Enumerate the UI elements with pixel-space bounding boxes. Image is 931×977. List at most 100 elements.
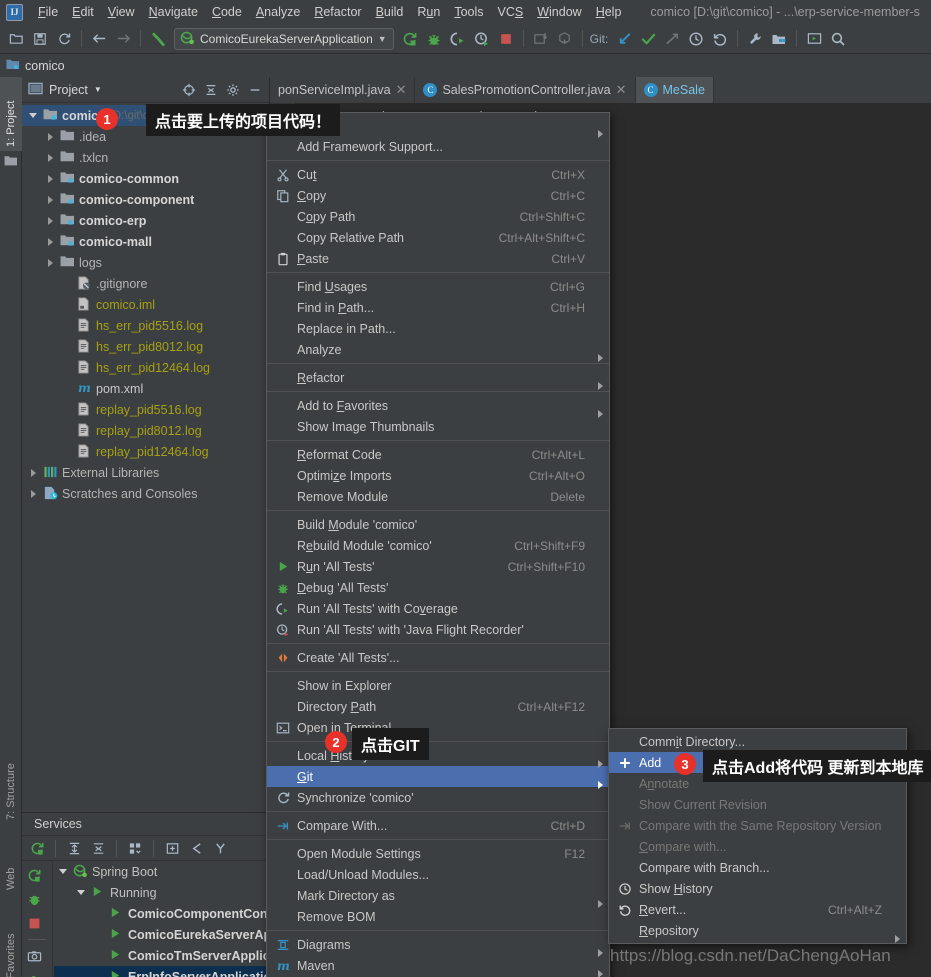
run-icon[interactable] [398, 27, 422, 51]
menu-item-copy-path[interactable]: Copy Path Ctrl+Shift+C [267, 206, 609, 227]
expand-arrow-icon[interactable] [76, 887, 87, 898]
expand-arrow-icon[interactable] [58, 866, 69, 877]
menu-item-repository[interactable]: Repository [609, 920, 906, 943]
menu-item-paste[interactable]: Paste Ctrl+V [267, 248, 609, 269]
menu-item-load-unload-modules[interactable]: Load/Unload Modules... [267, 864, 609, 885]
menu-item-run[interactable]: Run [410, 3, 447, 21]
tree-node-replay-pid5516-log[interactable]: replay_pid5516.log [22, 399, 269, 420]
collapse-all-icon[interactable] [203, 82, 219, 98]
close-icon[interactable]: ✕ [396, 82, 407, 98]
close-icon[interactable]: ✕ [616, 82, 627, 98]
update-project-icon[interactable] [529, 27, 553, 51]
menu-item-run-all-tests[interactable]: Run 'All Tests' Ctrl+Shift+F10 [267, 556, 609, 577]
menu-item-analyze[interactable]: Analyze [267, 339, 609, 362]
menu-item-edit[interactable]: Edit [65, 3, 101, 21]
menu-item-add-framework-support[interactable]: Add Framework Support... [267, 136, 609, 157]
menu-item-window[interactable]: Window [530, 3, 588, 21]
locate-target-icon[interactable] [181, 82, 197, 98]
commit-icon[interactable] [553, 27, 577, 51]
menu-item-file[interactable]: File [31, 3, 65, 21]
menu-item-compare-with-branch[interactable]: Compare with Branch... [609, 857, 906, 878]
menu-item-mark-directory-as[interactable]: Mark Directory as [267, 885, 609, 908]
profiler-icon[interactable] [470, 27, 494, 51]
menu-item-build[interactable]: Build [369, 3, 411, 21]
collapse-all-icon[interactable] [87, 837, 109, 859]
debug-green-icon[interactable] [22, 887, 46, 911]
group-icon[interactable] [124, 837, 146, 859]
tree-node-external-libraries[interactable]: External Libraries [22, 462, 269, 483]
tree-node-comico-mall[interactable]: comico-mall [22, 231, 269, 252]
editor-tab-2[interactable]: C MeSale [635, 77, 714, 103]
run-anything-icon[interactable] [802, 27, 826, 51]
menu-item-view[interactable]: View [101, 3, 142, 21]
run-with-coverage-icon[interactable] [446, 27, 470, 51]
menu-item-show-in-explorer[interactable]: Show in Explorer [267, 675, 609, 696]
build-hammer-icon[interactable] [146, 27, 170, 51]
menu-item-synchronize-comico[interactable]: Synchronize 'comico' [267, 787, 609, 808]
menu-item-optimize-imports[interactable]: Optimize Imports Ctrl+Alt+O [267, 465, 609, 486]
gear-icon[interactable] [225, 82, 241, 98]
tree-node-comico-iml[interactable]: comico.iml [22, 294, 269, 315]
chevron-down-icon[interactable]: ▼ [378, 34, 387, 44]
service-node-spring-boot[interactable]: Spring Boot [54, 861, 269, 882]
git-revert-icon[interactable] [708, 27, 732, 51]
expand-arrow-icon[interactable] [28, 467, 39, 478]
stop-icon[interactable] [494, 27, 518, 51]
rerun-green-icon[interactable] [22, 863, 46, 887]
expand-arrow-icon[interactable] [45, 152, 56, 163]
menu-item-remove-bom[interactable]: Remove BOM [267, 906, 609, 927]
project-context-menu[interactable]: New Add Framework Support... Cut Ctrl+X Copy… [266, 112, 610, 977]
tree-node-hs-err-pid12464-log[interactable]: hs_err_pid12464.log [22, 357, 269, 378]
stop-red-icon[interactable] [22, 911, 46, 935]
sidebar-item-favorites[interactable]: 2: Favorites [0, 899, 22, 977]
project-structure-icon[interactable] [767, 27, 791, 51]
menu-item-run-all-tests-with-java-flight-recorder[interactable]: Run 'All Tests' with 'Java Flight Record… [267, 619, 609, 640]
tree-node-hs-err-pid5516-log[interactable]: hs_err_pid5516.log [22, 315, 269, 336]
menu-item-add-to-favorites[interactable]: Add to Favorites [267, 395, 609, 418]
editor-vertical-scrollbar[interactable] [921, 103, 931, 977]
menu-item-commit-directory[interactable]: Commit Directory... [609, 731, 906, 752]
menu-item-show-image-thumbnails[interactable]: Show Image Thumbnails [267, 416, 609, 437]
menu-item-rebuild-module-comico[interactable]: Rebuild Module 'comico' Ctrl+Shift+F9 [267, 535, 609, 556]
menu-item-replace-in-path[interactable]: Replace in Path... [267, 318, 609, 339]
tree-node--txlcn[interactable]: .txlcn [22, 147, 269, 168]
service-node-comicotmserverapplic[interactable]: ComicoTmServerApplic [54, 945, 269, 966]
menu-item-run-all-tests-with-coverage[interactable]: Run 'All Tests' with Coverage [267, 598, 609, 619]
service-node-comicoeurekaserverap[interactable]: ComicoEurekaServerAp [54, 924, 269, 945]
expand-all-icon[interactable] [63, 837, 85, 859]
sidebar-item-project[interactable]: 1: Project [0, 77, 22, 151]
menu-item-copy-relative-path[interactable]: Copy Relative Path Ctrl+Alt+Shift+C [267, 227, 609, 248]
editor-tab-0[interactable]: ponServiceImpl.java ✕ [270, 77, 416, 103]
sidebar-item-web[interactable]: Web [0, 839, 22, 894]
service-node-running[interactable]: Running [54, 882, 269, 903]
menu-item-directory-path[interactable]: Directory Path Ctrl+Alt+F12 [267, 696, 609, 717]
open-project-icon[interactable] [4, 27, 28, 51]
tree-node-hs-err-pid8012-log[interactable]: hs_err_pid8012.log [22, 336, 269, 357]
camera-icon[interactable] [22, 944, 46, 968]
services-tree[interactable]: Spring Boot Running ComicoComponentCon Comi… [54, 861, 269, 977]
hide-panel-icon[interactable] [247, 82, 263, 98]
menu-item-local-history[interactable]: Local History [267, 745, 609, 768]
menu-item-analyze[interactable]: Analyze [249, 3, 307, 21]
menu-item-compare-with[interactable]: Compare With... Ctrl+D [267, 815, 609, 836]
expand-arrow-icon[interactable] [45, 173, 56, 184]
tree-node-comico-component[interactable]: comico-component [22, 189, 269, 210]
save-all-icon[interactable] [28, 27, 52, 51]
menu-item-open-module-settings[interactable]: Open Module Settings F12 [267, 843, 609, 864]
menu-item-navigate[interactable]: Navigate [142, 3, 205, 21]
editor-tab-1[interactable]: C SalesPromotionController.java ✕ [415, 77, 636, 103]
menu-item-find-usages[interactable]: Find Usages Ctrl+G [267, 276, 609, 297]
menu-item-git[interactable]: Git [267, 766, 609, 789]
share-icon[interactable] [185, 837, 207, 859]
git-commit-check-icon[interactable] [636, 27, 660, 51]
expand-arrow-icon[interactable] [45, 236, 56, 247]
git-push-icon[interactable] [660, 27, 684, 51]
expand-arrow-icon[interactable] [28, 488, 39, 499]
menu-item-build-module-comico[interactable]: Build Module 'comico' [267, 514, 609, 535]
settings-wrench-icon[interactable] [743, 27, 767, 51]
menu-item-maven[interactable]: m Maven [267, 955, 609, 977]
menu-item-debug-all-tests[interactable]: Debug 'All Tests' [267, 577, 609, 598]
menu-item-refactor[interactable]: Refactor [267, 367, 609, 390]
menu-item-help[interactable]: Help [589, 3, 629, 21]
sidebar-item-structure[interactable]: 7: Structure [0, 732, 22, 824]
